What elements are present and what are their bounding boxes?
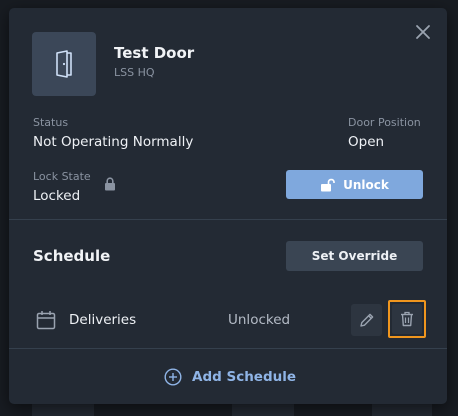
unlock-button-label: Unlock	[343, 177, 389, 192]
schedule-state: Unlocked	[228, 312, 291, 328]
close-button[interactable]	[415, 24, 431, 40]
door-thumbnail	[32, 32, 96, 96]
plus-circle-icon	[164, 368, 182, 386]
door-name: Test Door	[114, 44, 195, 62]
door-position-label: Door Position	[348, 116, 421, 129]
lock-state-label: Lock State	[33, 170, 91, 183]
unlock-button[interactable]: Unlock	[286, 170, 423, 199]
set-override-button[interactable]: Set Override	[286, 241, 423, 271]
calendar-icon	[36, 311, 56, 330]
lock-icon	[105, 177, 115, 191]
unlock-icon	[321, 178, 335, 191]
schedule-name: Deliveries	[69, 312, 137, 328]
schedule-title: Schedule	[33, 247, 111, 265]
set-override-label: Set Override	[311, 249, 398, 263]
door-details-modal: Test Door LSS HQ Status Not Operating No…	[9, 8, 447, 404]
delete-button-surface	[392, 304, 422, 334]
add-schedule-label: Add Schedule	[192, 369, 297, 385]
close-icon	[416, 25, 430, 39]
pencil-icon	[359, 313, 373, 327]
delete-schedule-button[interactable]	[388, 300, 426, 338]
edit-schedule-button[interactable]	[351, 304, 382, 336]
door-icon	[56, 50, 72, 78]
trash-icon	[401, 311, 413, 327]
status-value: Not Operating Normally	[33, 134, 194, 150]
status-label: Status	[33, 116, 69, 129]
door-position-value: Open	[348, 134, 385, 150]
section-divider	[9, 219, 447, 220]
lock-state-value: Locked	[33, 188, 81, 204]
section-divider	[9, 348, 447, 349]
add-schedule-button[interactable]: Add Schedule	[164, 368, 296, 386]
door-site: LSS HQ	[114, 66, 155, 79]
